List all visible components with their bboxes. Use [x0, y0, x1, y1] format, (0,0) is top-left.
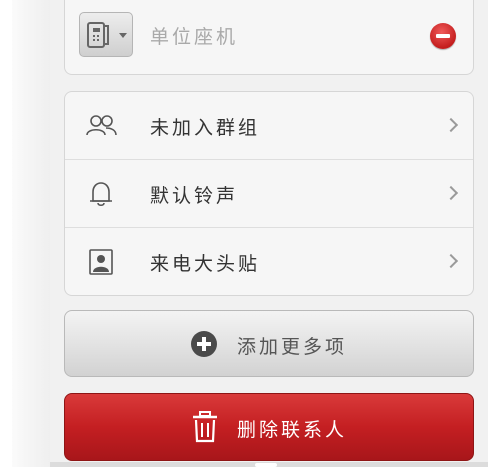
- left-edge-shadow: [12, 0, 50, 467]
- delete-contact-label: 删除联系人: [237, 419, 348, 441]
- menu-item-label: 默认铃声: [150, 185, 239, 207]
- right-edge: [488, 0, 500, 467]
- menu-item-group[interactable]: 未加入群组: [65, 92, 473, 160]
- chevron-right-icon: [443, 185, 459, 201]
- chevron-right-icon: [443, 117, 459, 133]
- phone-entry-row: 单位座机: [65, 1, 473, 74]
- people-icon: [86, 115, 117, 136]
- chevron-down-icon: [119, 33, 127, 38]
- trash-icon: [193, 411, 217, 443]
- menu-item-label: 来电大头贴: [150, 253, 261, 275]
- office-phone-icon: [87, 22, 109, 48]
- phone-type-selector[interactable]: [79, 12, 133, 57]
- remove-phone-button[interactable]: [430, 23, 456, 49]
- contact-options-card: 未加入群组 默认铃声 来电大头贴: [64, 91, 474, 296]
- portrait-icon: [89, 249, 113, 275]
- add-more-fields-button[interactable]: 添加更多项: [64, 310, 474, 377]
- phone-entry-card: 单位座机: [64, 0, 474, 75]
- chevron-right-icon: [443, 253, 459, 269]
- menu-item-label: 未加入群组: [150, 117, 261, 139]
- menu-item-ringtone[interactable]: 默认铃声: [65, 160, 473, 228]
- bottom-scroll-indicator: [50, 462, 488, 467]
- phone-type-label: 单位座机: [150, 26, 239, 48]
- delete-contact-button[interactable]: 删除联系人: [64, 393, 474, 461]
- bell-icon: [90, 182, 112, 207]
- contact-edit-screen: 单位座机 未加入群组 默认铃声 来电大头贴 添加更多项 删除联系人: [50, 0, 488, 467]
- menu-item-caller-photo[interactable]: 来电大头贴: [65, 228, 473, 295]
- plus-circle-icon: [191, 331, 217, 357]
- left-edge: [0, 0, 12, 467]
- add-more-label: 添加更多项: [237, 336, 348, 358]
